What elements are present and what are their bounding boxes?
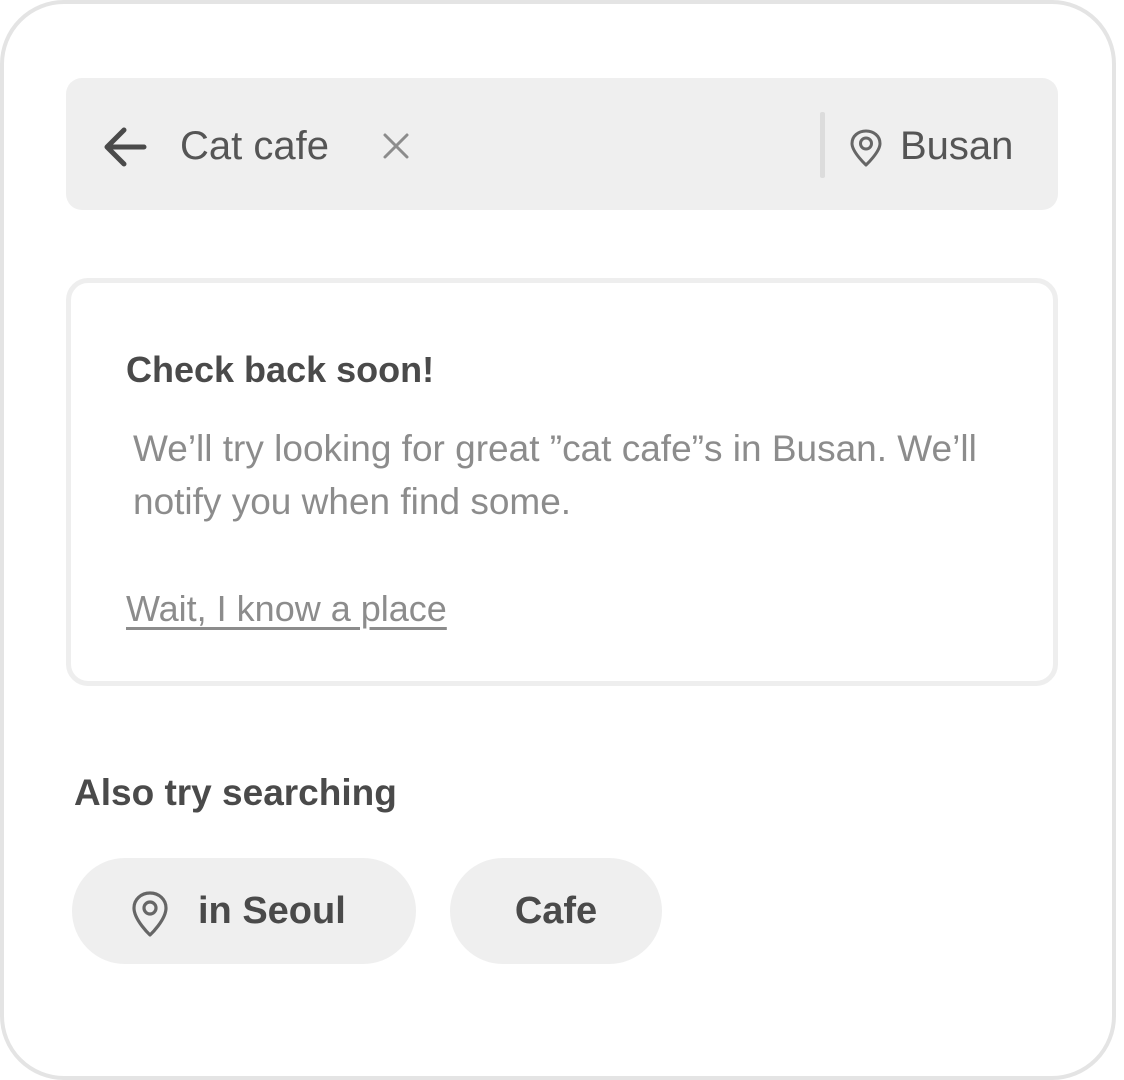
map-pin-icon [130,890,170,938]
chip-label: in Seoul [198,890,346,932]
chip-label: Cafe [514,890,598,932]
notice-title: Check back soon! [126,349,435,390]
map-pin-icon [848,128,884,168]
suggestion-chip-cafe[interactable]: Cafe [450,858,662,964]
arrow-left-icon[interactable] [100,122,150,172]
close-icon[interactable] [380,130,412,162]
location-label: Busan [900,124,1014,168]
search-divider [820,112,825,178]
location-selector[interactable]: Busan [846,116,1046,176]
notice-body: We’ll try looking for great ”cat cafe”s … [133,428,977,522]
search-query[interactable]: Cat cafe [180,118,329,174]
suggest-place-link[interactable]: Wait, I know a place [126,582,447,636]
suggestion-chip-in-seoul[interactable]: in Seoul [72,858,416,964]
suggestions-title: Also try searching [74,772,397,813]
